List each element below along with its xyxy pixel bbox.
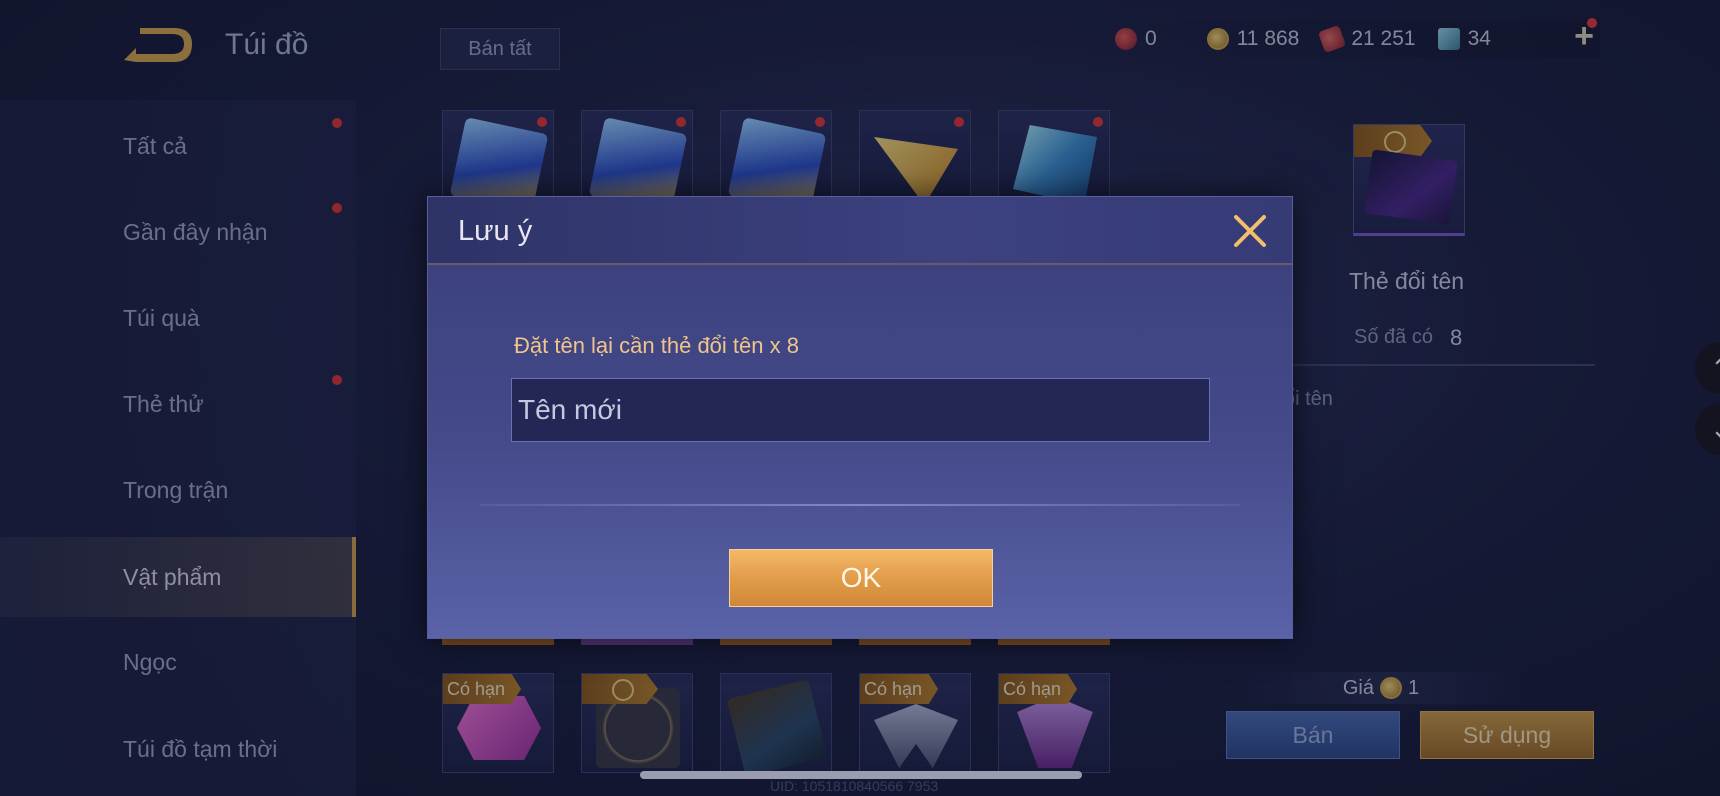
close-button[interactable]	[1230, 211, 1270, 251]
divider	[480, 504, 1240, 506]
new-name-input[interactable]	[511, 378, 1210, 442]
rename-dialog: Lưu ý Đặt tên lại cần thẻ đổi tên x 8 OK	[427, 196, 1293, 639]
rename-hint: Đặt tên lại cần thẻ đổi tên x 8	[514, 333, 799, 358]
dialog-header: Lưu ý	[428, 197, 1292, 265]
close-icon	[1234, 215, 1266, 247]
dialog-title: Lưu ý	[458, 215, 533, 247]
home-indicator[interactable]	[640, 771, 1082, 779]
ok-button[interactable]: OK	[729, 549, 993, 607]
